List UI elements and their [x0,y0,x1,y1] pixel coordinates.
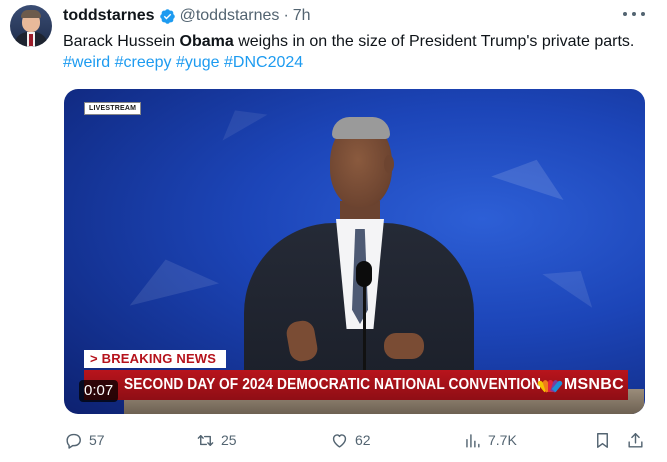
bookmark-button[interactable] [593,426,612,454]
reply-count: 57 [89,432,105,448]
share-button[interactable] [626,426,645,454]
livestream-label: LIVESTREAM [84,102,142,115]
author-display-name[interactable]: toddstarnes [63,7,155,25]
author-avatar[interactable] [10,5,52,47]
reply-icon [66,433,81,449]
tweet[interactable]: toddstarnes @toddstarnes · 7h Barack Hus… [0,0,667,462]
more-options-icon[interactable] [623,6,645,22]
views-count: 7.7K [488,432,517,448]
video-elapsed-time: 0:07 [79,380,119,402]
background-star [121,248,219,306]
author-handle[interactable]: @toddstarnes [180,7,280,25]
news-lower-third: > BREAKING NEWS SECOND DAY OF 2024 DEMOC… [64,347,645,414]
tweet-timestamp[interactable]: 7h [293,7,311,25]
more-dot [641,12,645,16]
avatar-tie [29,34,33,46]
retweet-icon [197,434,214,446]
header-separator: · [283,7,289,24]
analytics-icon [466,433,480,448]
more-dot [623,12,627,16]
like-count: 62 [355,432,371,448]
breaking-news-label: > BREAKING NEWS [84,350,227,368]
retweet-count: 25 [221,432,237,448]
verified-badge-icon [159,8,175,24]
speaker-ear [384,155,394,173]
headline-bar: SECOND DAY OF 2024 DEMOCRATIC NATIONAL C… [84,370,628,400]
reply-button[interactable]: 57 [64,426,105,454]
hashtag-link[interactable]: #yuge [176,54,220,71]
tweet-header: toddstarnes @toddstarnes · 7h [63,6,311,26]
background-star [542,254,606,308]
share-icon [628,432,643,448]
more-dot [632,12,636,16]
tweet-text-suffix: weighs in on the size of President Trump… [233,33,635,50]
bookmark-icon [597,432,608,448]
network-logo: MSNBC [536,370,624,400]
peacock-icon [536,378,564,393]
heart-icon [332,433,347,448]
avatar-hair [21,10,41,18]
video-player[interactable]: LIVESTREAM > BREAKING NEWS SECOND DAY OF… [64,89,645,414]
speaker-hair [332,117,390,139]
tweet-text: Barack Hussein Obama weighs in on the si… [63,31,648,73]
headline-text: SECOND DAY OF 2024 DEMOCRATIC NATIONAL C… [124,376,542,393]
tweet-text-prefix: Barack Hussein [63,33,180,50]
tweet-actions: 57 25 62 7.7K [0,426,667,454]
hashtag-link[interactable]: #creepy [115,54,172,71]
network-name: MSNBC [563,376,624,393]
hashtag-link[interactable]: #DNC2024 [224,54,303,71]
retweet-button[interactable]: 25 [196,426,237,454]
views-button[interactable]: 7.7K [463,426,517,454]
like-button[interactable]: 62 [330,426,371,454]
microphone-icon [356,261,372,287]
tweet-text-bold: Obama [179,33,234,50]
background-star [491,147,573,201]
hashtag-link[interactable]: #weird [63,54,110,71]
